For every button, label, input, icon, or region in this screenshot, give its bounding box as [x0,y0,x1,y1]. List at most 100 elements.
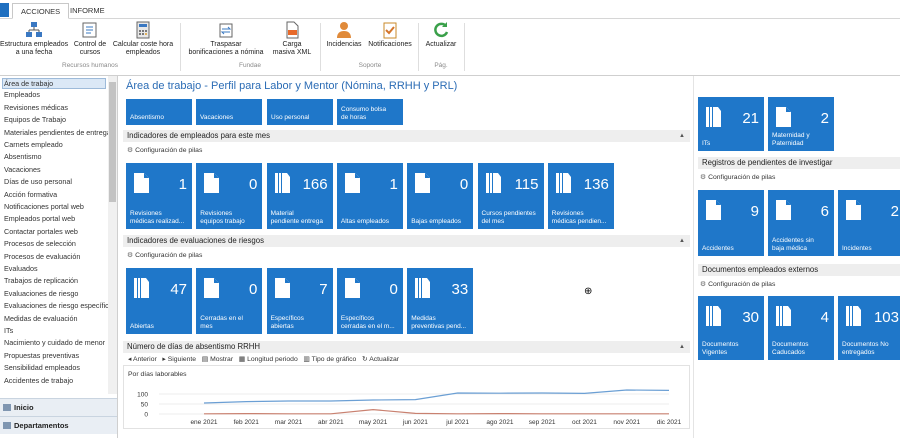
indicator-tile[interactable]: 47 Abiertas [126,268,192,334]
tile-value: 0 [248,176,258,193]
tile-value: 33 [451,281,469,298]
checklist-icon [383,22,397,39]
longitud-periodo-button[interactable]: ▦ Longitud periodo [239,356,298,363]
sidebar-item[interactable]: Nacimiento y cuidado de menor [4,338,108,347]
quick-tile[interactable]: Uso personal [267,99,333,125]
tile-value: 21 [742,110,759,127]
carga-label: Carga masiva XML [272,41,312,56]
quick-tile[interactable]: Absentismo [126,99,192,125]
indicator-tile[interactable]: 136 Revisiones médicas pendien... [547,163,614,229]
quick-tile-label: Consumo bolsa de horas [341,106,387,121]
indicator-tile[interactable]: 30 Documentos Vigentes [698,296,764,360]
ribbon-tabbar: ACCIONES INFORME [0,0,900,19]
sidebar-item[interactable]: Vacaciones [4,165,108,174]
sidebar-item[interactable]: Accidentes de trabajo [4,376,108,385]
tile-value: 136 [583,176,609,193]
transfer-icon [219,23,233,38]
collapse-icon[interactable]: ▲ [679,130,685,142]
sidebar-item[interactable]: Días de uso personal [4,177,108,186]
indicator-tile[interactable]: 0 Cerradas en el mes [196,268,263,334]
mostrar-button[interactable]: ▤ Mostrar [202,356,233,363]
report-icon [485,173,501,193]
carga-masiva-button[interactable]: Carga masiva XML [272,21,312,57]
sidebar-item[interactable]: Revisiones médicas [4,103,108,112]
indicator-tile[interactable]: 7 Específicos abiertas [266,268,333,334]
sidebar-item[interactable]: ITs [4,326,108,335]
indicator-tile[interactable]: 2 Incidentes [838,190,900,256]
file-menu-button[interactable] [0,3,9,17]
indicator-tile[interactable]: 9 Accidentes [698,190,764,256]
gear-icon: ⚙ [700,281,707,288]
tile-label: Revisiones médicas pendien... [551,210,607,225]
document-icon [204,173,220,193]
collapse-icon[interactable]: ▲ [679,341,685,353]
actualizar-button[interactable]: Actualizar [421,21,461,49]
nav-scrollbar[interactable] [108,76,117,394]
sidebar-item[interactable]: Acción formativa [4,190,108,199]
tab-informe[interactable]: INFORME [62,3,113,19]
sidebar-item[interactable]: Notificaciones portal web [4,202,108,211]
sidebar-item[interactable]: Procesos de evaluación [4,252,108,261]
sidebar-item[interactable]: Propuestas preventivas [4,351,108,360]
report-icon [274,173,290,193]
section-riesgos-header[interactable]: Indicadores de evaluaciones de riesgos ▲ [123,235,690,247]
indicator-tile[interactable]: 2 Maternidad y Paternidad [768,97,834,151]
sidebar-item[interactable]: Sensibilidad empleados [4,363,108,372]
section-absentismo-header[interactable]: Número de días de absentismo RRHH ▲ [123,341,690,353]
sidebar-item[interactable]: Medidas de evaluación [4,314,108,323]
config-pilas-investigar[interactable]: ⚙ Configuración de pilas [700,173,775,181]
document-icon [344,278,360,298]
sidebar-item[interactable]: Evaluaciones de riesgo [4,289,108,298]
tipo-grafico-button[interactable]: ▥ Tipo de gráfico [303,356,356,363]
indicator-tile[interactable]: 1 Altas empleados [336,163,403,229]
nav-inicio[interactable]: Inicio [0,398,117,416]
indicator-tile[interactable]: 0 Específicos cerradas en el m... [336,268,403,334]
indicator-tile[interactable]: 115 Cursos pendientes del mes [477,163,544,229]
indicator-tile[interactable]: 6 Accidentes sin baja médica [768,190,834,256]
config-pilas-docs[interactable]: ⚙ Configuración de pilas [700,280,775,288]
indicator-tile[interactable]: 33 Medidas preventivas pend... [407,268,474,334]
sidebar-item[interactable]: Carnets empleado [4,140,108,149]
config-pilas-riesgos[interactable]: ⚙ Configuración de pilas [127,251,202,259]
indicator-tile[interactable]: 103 Documentos No entregados [838,296,900,360]
sidebar-item[interactable]: Materiales pendientes de entrega [4,128,108,137]
config-pilas-empleados[interactable]: ⚙ Configuración de pilas [127,146,202,154]
document-icon [776,107,791,127]
sidebar-item[interactable]: Evaluaciones de riesgo específicas [4,301,108,310]
control-cursos-button[interactable]: Control de cursos [70,21,110,57]
sidebar-item[interactable]: Procesos de selección [4,239,108,248]
incidencias-button[interactable]: Incidencias [324,21,364,49]
estructura-empleados-button[interactable]: Estructura empleados a una fecha [0,21,68,57]
collapse-icon[interactable]: ▲ [679,235,685,247]
nav-departamentos[interactable]: Departamentos [0,416,117,434]
sidebar-item[interactable]: Empleados [4,90,108,99]
sidebar-item[interactable]: Empleados portal web [4,214,108,223]
traspasar-bonificaciones-button[interactable]: Traspasar bonificaciones a nómina [184,21,268,57]
siguiente-label: Siguiente [167,356,197,363]
incidencias-label: Incidencias [326,41,362,48]
siguiente-button[interactable]: ▸ Siguiente [162,356,196,363]
quick-tile[interactable]: Consumo bolsa de horas [337,99,403,125]
sidebar-item[interactable]: Área de trabajo [2,78,106,89]
calcular-coste-button[interactable]: Calcular coste hora empleados [110,21,176,57]
sidebar-item[interactable]: Absentismo [4,152,108,161]
actualizar-chart-button[interactable]: ↻ Actualizar [362,356,399,363]
tile-value: 1 [389,176,398,193]
anterior-button[interactable]: ◂ Anterior [128,356,157,363]
sidebar-item[interactable]: Evaluados [4,264,108,273]
sidebar-item[interactable]: Equipos de Trabajo [4,115,108,124]
indicator-tile[interactable]: 166 Material pendiente entrega [266,163,333,229]
indicator-tile[interactable]: 1 Revisiones médicas realizad... [126,163,192,229]
section-empleados-header[interactable]: Indicadores de empleados para este mes ▲ [123,130,690,142]
nav-scrollbar-thumb[interactable] [109,82,116,202]
tile-value: 166 [302,176,328,193]
indicator-tile[interactable]: 4 Documentos Caducados [768,296,834,360]
tab-acciones[interactable]: ACCIONES [12,3,70,19]
sidebar-item[interactable]: Trabajos de replicación [4,276,108,285]
indicator-tile[interactable]: 21 ITs [698,97,764,151]
quick-tile[interactable]: Vacaciones [196,99,262,125]
sidebar-item[interactable]: Contactar portales web [4,227,108,236]
notificaciones-button[interactable]: Notificaciones [366,21,414,49]
indicator-tile[interactable]: 0 Bajas empleados [407,163,474,229]
indicator-tile[interactable]: 0 Revisiones equipos trabajo [196,163,263,229]
